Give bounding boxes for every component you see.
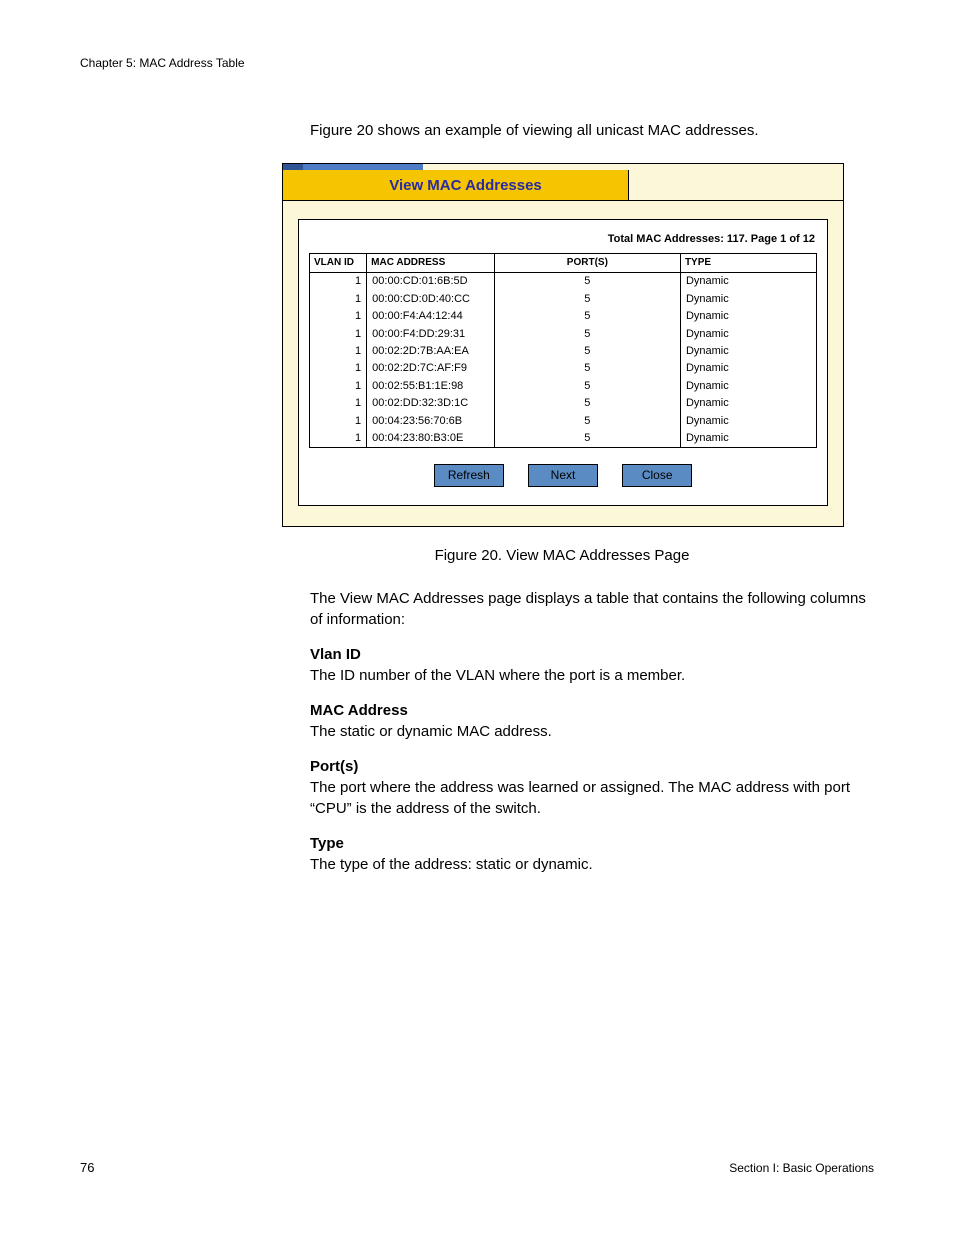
summary-line: Total MAC Addresses: 117. Page 1 of 12	[309, 228, 817, 253]
figure-caption: Figure 20. View MAC Addresses Page	[282, 545, 842, 566]
cell-mac: 00:04:23:56:70:6B	[367, 413, 495, 430]
col-header-type: TYPE	[680, 254, 816, 273]
cell-port: 5	[494, 413, 680, 430]
cell-type: Dynamic	[680, 378, 816, 395]
definition-text: The static or dynamic MAC address.	[310, 721, 874, 742]
panel-title: View MAC Addresses	[303, 170, 629, 200]
refresh-button[interactable]: Refresh	[434, 464, 504, 487]
definition-term: Type	[310, 833, 874, 854]
table-row: 100:04:23:56:70:6B5Dynamic	[310, 413, 817, 430]
table-row: 100:02:2D:7B:AA:EA5Dynamic	[310, 343, 817, 360]
table-row: 100:04:23:80:B3:0E5Dynamic	[310, 430, 817, 448]
cell-mac: 00:04:23:80:B3:0E	[367, 430, 495, 448]
cell-mac: 00:02:DD:32:3D:1C	[367, 395, 495, 412]
cell-type: Dynamic	[680, 430, 816, 448]
col-header-mac: MAC ADDRESS	[367, 254, 495, 273]
table-row: 100:02:2D:7C:AF:F95Dynamic	[310, 360, 817, 377]
cell-type: Dynamic	[680, 395, 816, 412]
cell-vlan: 1	[310, 430, 367, 448]
cell-vlan: 1	[310, 395, 367, 412]
table-row: 100:00:CD:01:6B:5D5Dynamic	[310, 273, 817, 291]
cell-vlan: 1	[310, 308, 367, 325]
cell-vlan: 1	[310, 360, 367, 377]
cell-port: 5	[494, 273, 680, 291]
table-row: 100:02:55:B1:1E:985Dynamic	[310, 378, 817, 395]
cell-vlan: 1	[310, 291, 367, 308]
cell-mac: 00:00:F4:DD:29:31	[367, 326, 495, 343]
page-number: 76	[80, 1160, 94, 1175]
cell-type: Dynamic	[680, 413, 816, 430]
table-row: 100:00:CD:0D:40:CC5Dynamic	[310, 291, 817, 308]
next-button[interactable]: Next	[528, 464, 598, 487]
close-button[interactable]: Close	[622, 464, 692, 487]
cell-port: 5	[494, 360, 680, 377]
panel-inner: Total MAC Addresses: 117. Page 1 of 12 V…	[298, 219, 828, 506]
section-footer: Section I: Basic Operations	[729, 1161, 874, 1175]
cell-mac: 00:02:2D:7C:AF:F9	[367, 360, 495, 377]
cell-type: Dynamic	[680, 291, 816, 308]
cell-mac: 00:00:CD:0D:40:CC	[367, 291, 495, 308]
cell-mac: 00:02:55:B1:1E:98	[367, 378, 495, 395]
cell-mac: 00:00:F4:A4:12:44	[367, 308, 495, 325]
cell-port: 5	[494, 308, 680, 325]
definition-text: The port where the address was learned o…	[310, 777, 874, 819]
cell-vlan: 1	[310, 273, 367, 291]
cell-port: 5	[494, 395, 680, 412]
cell-vlan: 1	[310, 413, 367, 430]
definition-term: MAC Address	[310, 700, 874, 721]
cell-type: Dynamic	[680, 343, 816, 360]
cell-port: 5	[494, 291, 680, 308]
col-header-port: PORT(S)	[494, 254, 680, 273]
cell-mac: 00:02:2D:7B:AA:EA	[367, 343, 495, 360]
lead-paragraph: The View MAC Addresses page displays a t…	[310, 588, 874, 630]
cell-vlan: 1	[310, 326, 367, 343]
definition-term: Vlan ID	[310, 644, 874, 665]
cell-vlan: 1	[310, 378, 367, 395]
button-row: Refresh Next Close	[309, 464, 817, 487]
panel-title-row: View MAC Addresses	[283, 170, 843, 201]
definition-text: The ID number of the VLAN where the port…	[310, 665, 874, 686]
cell-port: 5	[494, 430, 680, 448]
table-row: 100:02:DD:32:3D:1C5Dynamic	[310, 395, 817, 412]
mac-addresses-panel: View MAC Addresses Total MAC Addresses: …	[282, 163, 844, 527]
table-row: 100:00:F4:DD:29:315Dynamic	[310, 326, 817, 343]
cell-type: Dynamic	[680, 273, 816, 291]
cell-type: Dynamic	[680, 308, 816, 325]
cell-type: Dynamic	[680, 360, 816, 377]
cell-mac: 00:00:CD:01:6B:5D	[367, 273, 495, 291]
col-header-vlan: VLAN ID	[310, 254, 367, 273]
table-row: 100:00:F4:A4:12:445Dynamic	[310, 308, 817, 325]
chapter-header: Chapter 5: MAC Address Table	[80, 56, 874, 70]
mac-table: VLAN ID MAC ADDRESS PORT(S) TYPE 100:00:…	[309, 253, 817, 448]
definition-term: Port(s)	[310, 756, 874, 777]
cell-vlan: 1	[310, 343, 367, 360]
cell-port: 5	[494, 343, 680, 360]
definition-text: The type of the address: static or dynam…	[310, 854, 874, 875]
cell-type: Dynamic	[680, 326, 816, 343]
intro-text: Figure 20 shows an example of viewing al…	[310, 120, 874, 141]
cell-port: 5	[494, 326, 680, 343]
cell-port: 5	[494, 378, 680, 395]
